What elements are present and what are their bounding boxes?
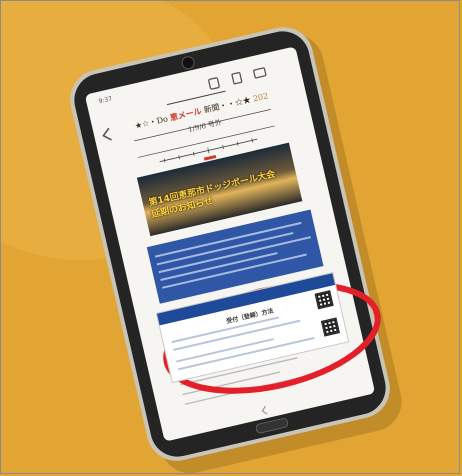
issue-count: 202 [252, 91, 270, 104]
banner-text: 第14回恵那市ドッジボール大会 延期のお知らせ [148, 165, 298, 222]
qr-code-icon [320, 317, 341, 337]
details-text-line [158, 236, 311, 274]
qr-code-icon [314, 290, 334, 310]
title-prefix: ★☆・Do [134, 113, 172, 131]
title-accent: 恵メール [168, 105, 203, 123]
status-time: 9:37 [98, 95, 113, 106]
